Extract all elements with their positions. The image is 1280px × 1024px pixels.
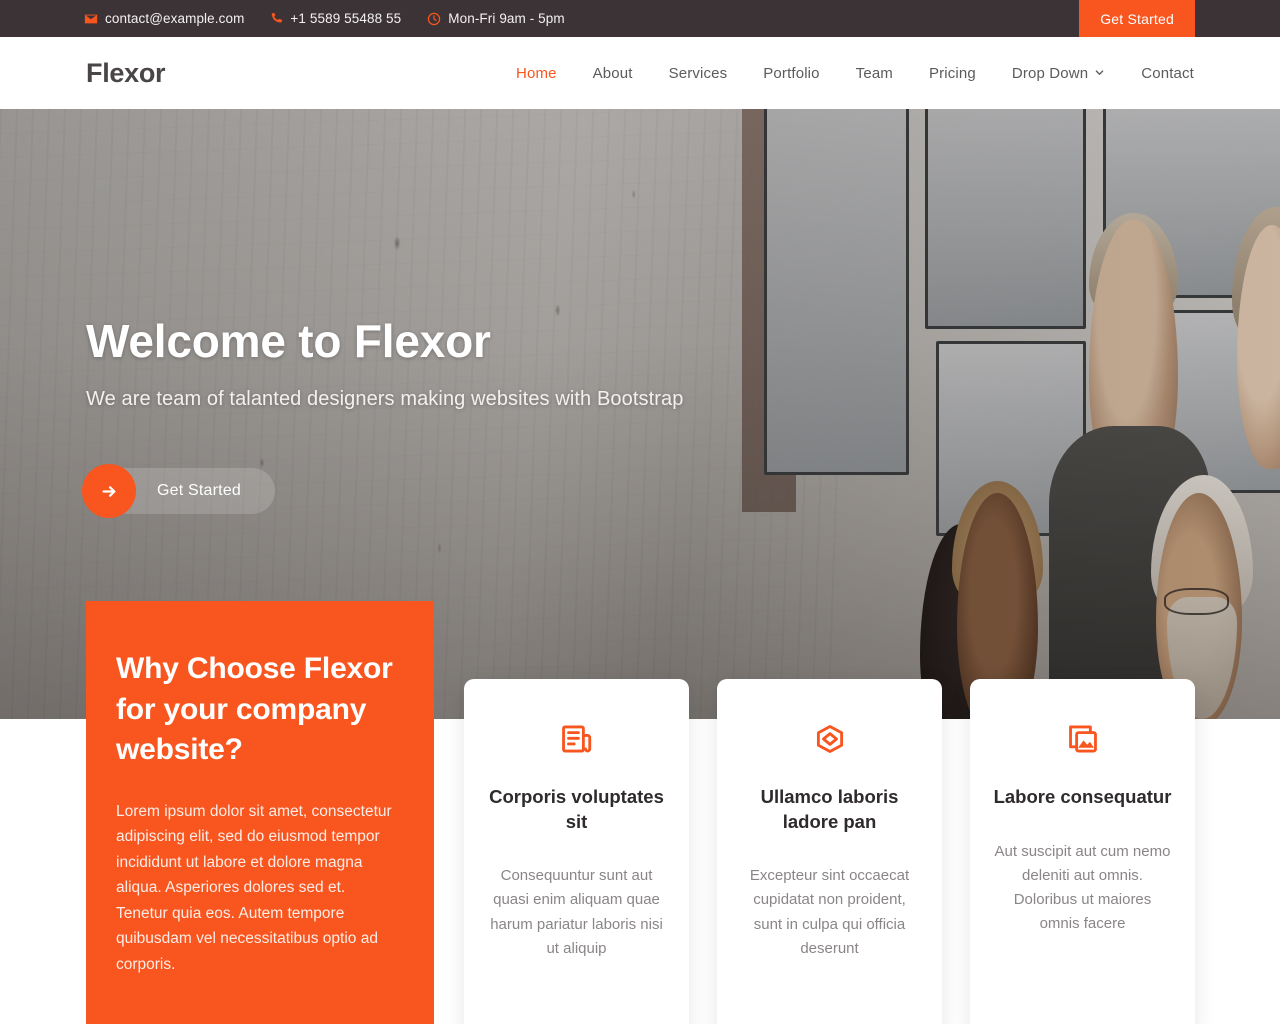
- topbar-phone-text: +1 5589 55488 55: [290, 11, 402, 26]
- arrow-right-icon: [82, 464, 136, 518]
- topbar-hours-text: Mon-Fri 9am - 5pm: [448, 11, 565, 26]
- hero-content: Welcome to Flexor We are team of talante…: [82, 314, 906, 518]
- topbar-email-text: contact@example.com: [105, 11, 245, 26]
- feature-card-title: Labore consequatur: [993, 786, 1172, 807]
- chevron-down-icon: [1094, 65, 1105, 82]
- site-logo[interactable]: Flexor: [86, 58, 166, 89]
- feature-card[interactable]: Corporis voluptates sit Consequuntur sun…: [464, 679, 689, 1024]
- feature-card-list: Corporis voluptates sit Consequuntur sun…: [464, 679, 1195, 1024]
- nav-item-about[interactable]: About: [575, 65, 651, 82]
- feature-card[interactable]: Labore consequatur Aut suscipit aut cum …: [970, 679, 1195, 1024]
- why-choose-panel: Why Choose Flexor for your company websi…: [86, 601, 434, 1024]
- hero-get-started-button[interactable]: Get Started: [82, 464, 276, 518]
- main-navigation: Home About Services Portfolio Team Prici…: [498, 65, 1194, 82]
- nav-item-services[interactable]: Services: [651, 65, 746, 82]
- images-gallery-icon: [992, 717, 1173, 761]
- features-section: Why Choose Flexor for your company websi…: [0, 601, 1280, 1024]
- hero-subtitle: We are team of talanted designers making…: [86, 388, 684, 410]
- nav-item-drop-down[interactable]: Drop Down: [994, 65, 1123, 82]
- envelope-icon: [84, 12, 98, 26]
- feature-card-text: Aut suscipit aut cum nemo deleniti aut o…: [994, 842, 1171, 933]
- feature-card-text: Excepteur sint occaecat cupidatat non pr…: [749, 867, 910, 958]
- topbar-contact-group: contact@example.com +1 5589 55488 55 Mon…: [84, 11, 565, 26]
- hero-title: Welcome to Flexor: [86, 315, 491, 367]
- phone-icon: [270, 12, 283, 25]
- feature-card-text: Consequuntur sunt aut quasi enim aliquam…: [490, 867, 663, 958]
- nav-item-pricing[interactable]: Pricing: [911, 65, 994, 82]
- feature-card-title: Ullamco laboris ladore pan: [760, 786, 899, 832]
- why-choose-title: Why Choose Flexor for your company websi…: [116, 652, 393, 766]
- feature-card-title: Corporis voluptates sit: [489, 786, 664, 832]
- clock-icon: [427, 12, 441, 26]
- top-contact-bar: contact@example.com +1 5589 55488 55 Mon…: [0, 0, 1280, 37]
- nav-item-drop-down-label: Drop Down: [1011, 64, 1089, 82]
- nav-item-portfolio[interactable]: Portfolio: [745, 65, 837, 82]
- topbar-get-started-button[interactable]: Get Started: [1079, 0, 1195, 37]
- cube-hexagon-icon: [739, 717, 920, 761]
- hero-get-started-label: Get Started: [157, 482, 242, 499]
- nav-item-contact[interactable]: Contact: [1123, 65, 1194, 82]
- why-choose-text: Lorem ipsum dolor sit amet, consectetur …: [116, 802, 392, 973]
- topbar-phone[interactable]: +1 5589 55488 55: [270, 11, 401, 26]
- site-header: Flexor Home About Services Portfolio Tea…: [0, 37, 1280, 109]
- nav-item-team[interactable]: Team: [838, 65, 911, 82]
- feature-card[interactable]: Ullamco laboris ladore pan Excepteur sin…: [717, 679, 942, 1024]
- topbar-email[interactable]: contact@example.com: [84, 11, 244, 26]
- topbar-hours: Mon-Fri 9am - 5pm: [427, 11, 565, 26]
- nav-item-home[interactable]: Home: [498, 65, 575, 82]
- newspaper-icon: [486, 717, 667, 761]
